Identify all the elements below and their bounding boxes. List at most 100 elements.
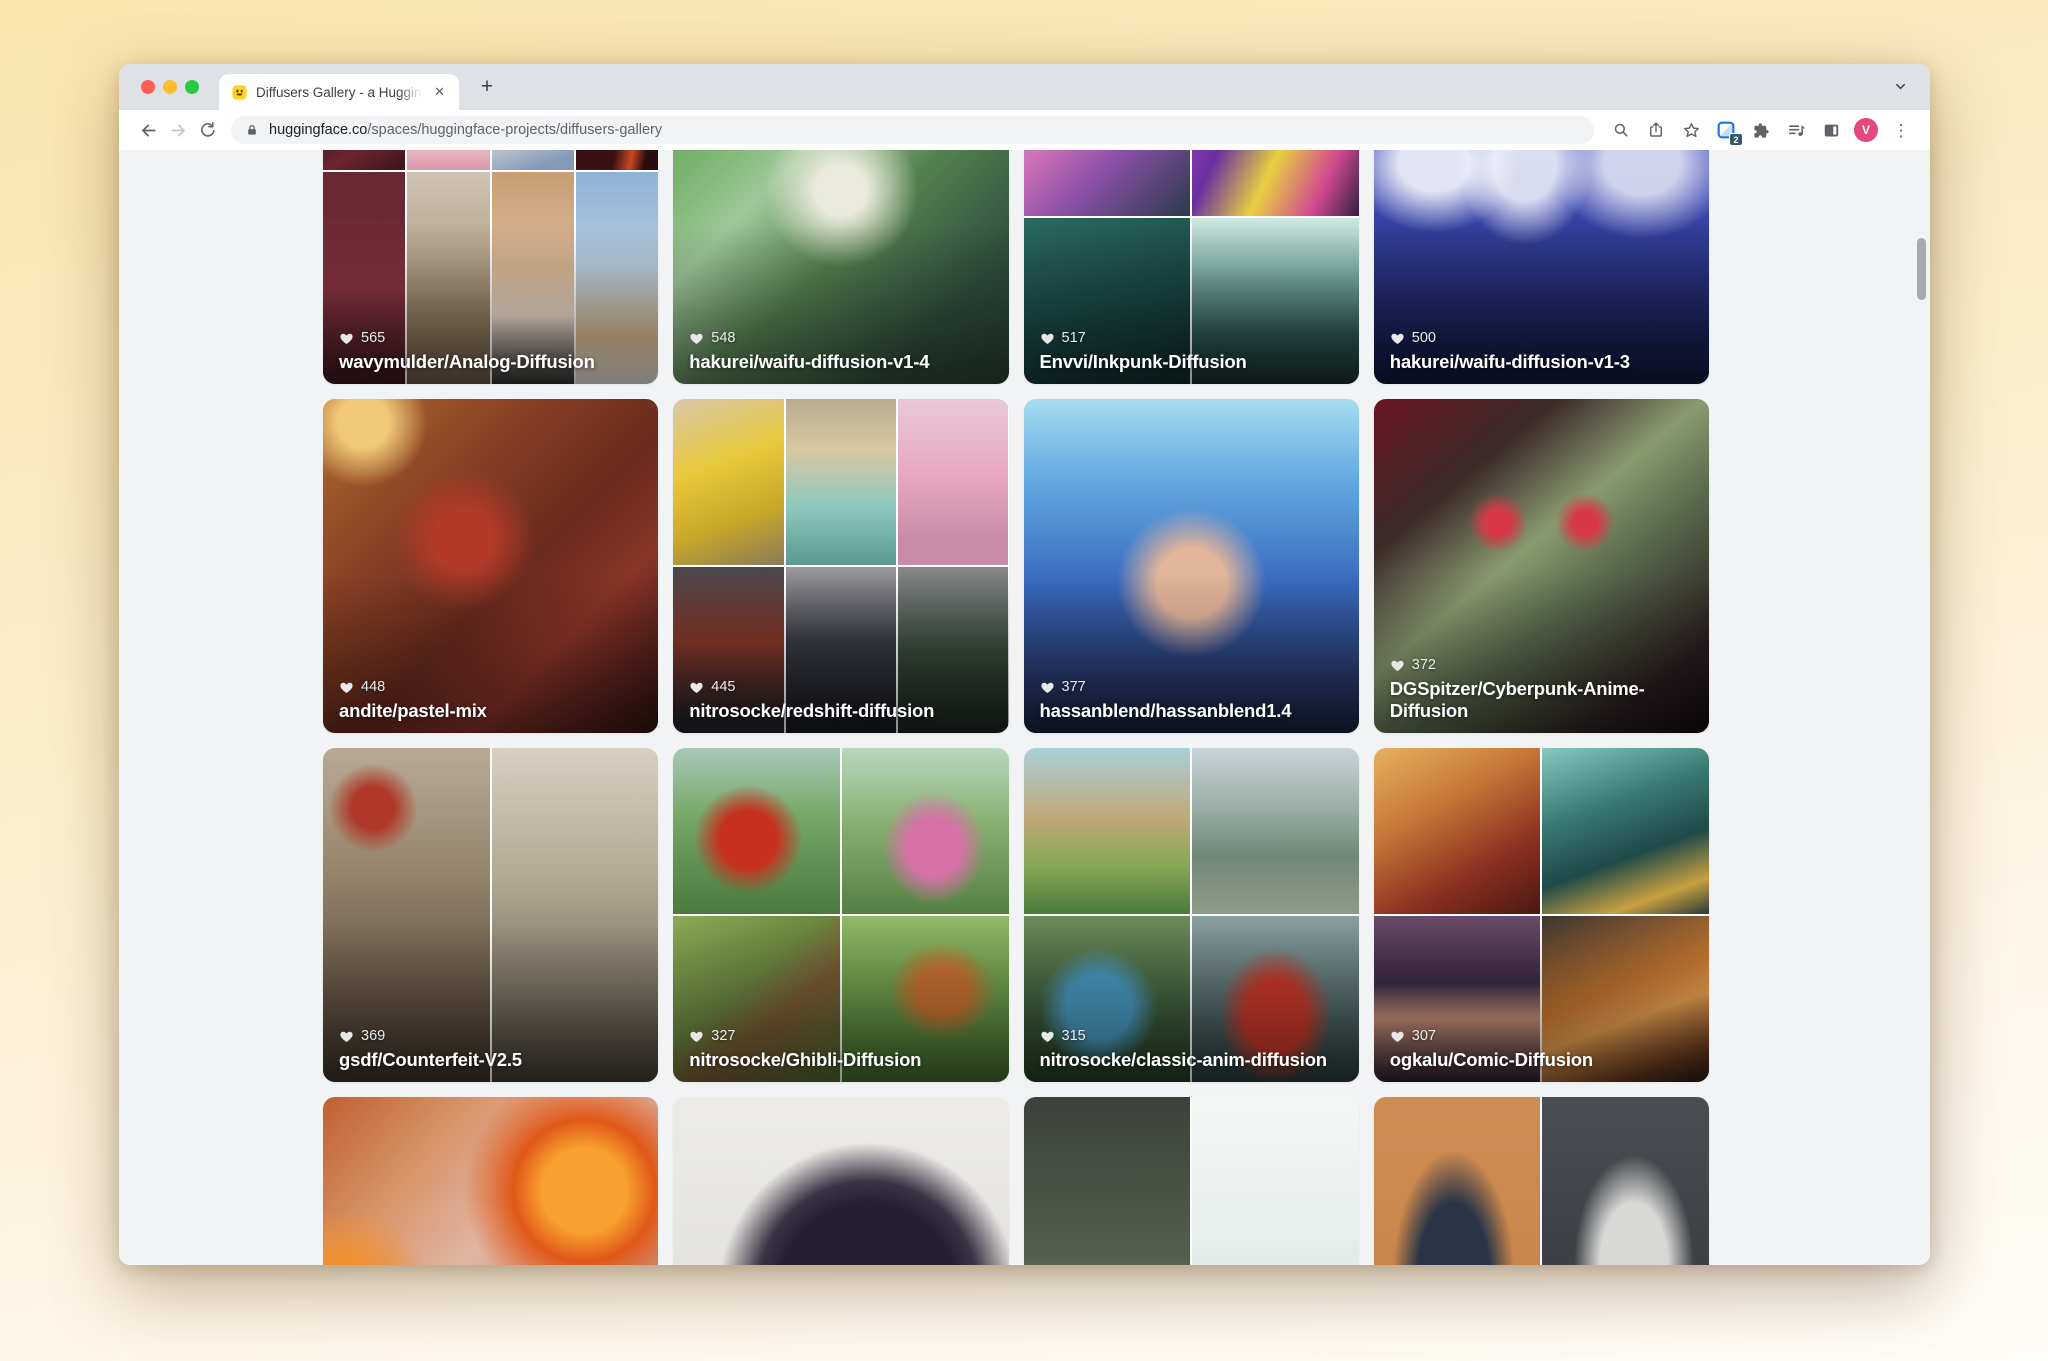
card-meta: 327 nitrosocke/Ghibli-Diffusion [689, 1028, 994, 1071]
model-image-tile [1542, 1097, 1709, 1265]
model-image-tile [1192, 748, 1359, 914]
lock-icon [245, 123, 259, 137]
browser-window: Diffusers Gallery - a Hugging F ✕ + [119, 64, 1930, 1265]
likes-count: 307 [1412, 1028, 1436, 1044]
model-image-tile [1192, 150, 1359, 216]
card-meta: 377 hassanblend/hassanblend1.4 [1040, 679, 1345, 722]
model-image-tile [673, 1097, 1008, 1265]
window-zoom-button[interactable] [185, 80, 199, 94]
heart-icon [339, 1029, 354, 1044]
model-card[interactable]: 548 hakurei/waifu-diffusion-v1-4 [673, 150, 1008, 384]
model-card[interactable]: 307 ogkalu/Comic-Diffusion [1374, 748, 1709, 1082]
side-panel-button[interactable] [1816, 115, 1846, 145]
side-panel-icon [1822, 121, 1841, 140]
heart-icon [689, 1029, 704, 1044]
model-image-tile [1374, 1097, 1541, 1265]
heart-icon [689, 331, 704, 346]
forward-arrow-icon [169, 121, 188, 140]
model-card[interactable]: 500 hakurei/waifu-diffusion-v1-3 [1374, 150, 1709, 384]
model-image-tile [786, 399, 896, 565]
heart-icon [1040, 331, 1055, 346]
likes-row: 565 [339, 330, 644, 346]
model-card[interactable] [673, 1097, 1008, 1265]
back-arrow-icon [139, 121, 158, 140]
model-card[interactable] [1374, 1097, 1709, 1265]
forward-button[interactable] [163, 115, 193, 145]
extensions-button[interactable] [1746, 115, 1776, 145]
new-tab-button[interactable]: + [473, 73, 501, 101]
model-card-grid: 565 wavymulder/Analog-Diffusion 548 haku… [323, 150, 1709, 1265]
card-meta: 307 ogkalu/Comic-Diffusion [1390, 1028, 1695, 1071]
share-button[interactable] [1641, 115, 1671, 145]
card-meta: 448 andite/pastel-mix [339, 679, 644, 722]
profile-avatar: V [1854, 118, 1878, 142]
heart-icon [339, 331, 354, 346]
magnifier-icon [1612, 121, 1630, 139]
url-host: huggingface.co [269, 122, 367, 138]
password-extension-button[interactable]: 2 [1711, 115, 1741, 145]
model-thumbnails [673, 1097, 1008, 1265]
zoom-magnifier-button[interactable] [1606, 115, 1636, 145]
bookmark-button[interactable] [1676, 115, 1706, 145]
toolbar-icons: 2 V ⋮ [1606, 115, 1916, 145]
likes-row: 307 [1390, 1028, 1695, 1044]
likes-count: 517 [1062, 330, 1086, 346]
model-image-tile [407, 150, 489, 170]
model-thumbnails [323, 1097, 658, 1265]
likes-row: 445 [689, 679, 994, 695]
model-image-tile [673, 748, 840, 914]
heart-icon [1040, 1029, 1055, 1044]
diffusers-gallery-page: 565 wavymulder/Analog-Diffusion 548 haku… [119, 150, 1930, 1265]
likes-count: 548 [711, 330, 735, 346]
model-image-tile [1374, 748, 1541, 914]
share-icon [1647, 121, 1665, 139]
model-thumbnails [1374, 1097, 1709, 1265]
hugging-face-favicon-icon [231, 84, 248, 101]
model-image-tile [576, 150, 658, 170]
model-image-tile [898, 399, 1008, 565]
media-playlist-icon [1787, 121, 1806, 140]
browser-tab[interactable]: Diffusers Gallery - a Hugging F ✕ [219, 74, 459, 110]
reload-button[interactable] [193, 115, 223, 145]
model-image-tile [323, 1097, 658, 1265]
tab-close-icon[interactable]: ✕ [430, 82, 449, 102]
browser-menu-button[interactable]: ⋮ [1886, 115, 1916, 145]
model-image-tile [492, 150, 574, 170]
likes-count: 315 [1062, 1028, 1086, 1044]
model-card[interactable]: 445 nitrosocke/redshift-diffusion [673, 399, 1008, 733]
model-card[interactable] [1024, 1097, 1359, 1265]
model-image-tile [1192, 1097, 1359, 1265]
model-card[interactable]: 327 nitrosocke/Ghibli-Diffusion [673, 748, 1008, 1082]
model-name: hakurei/waifu-diffusion-v1-3 [1390, 351, 1695, 373]
model-card[interactable]: 565 wavymulder/Analog-Diffusion [323, 150, 658, 384]
model-card[interactable]: 517 Envvi/Inkpunk-Diffusion [1024, 150, 1359, 384]
back-button[interactable] [133, 115, 163, 145]
profile-button[interactable]: V [1851, 115, 1881, 145]
window-minimize-button[interactable] [163, 80, 177, 94]
model-card[interactable] [323, 1097, 658, 1265]
page-scrollbar[interactable] [1917, 238, 1926, 300]
likes-count: 327 [711, 1028, 735, 1044]
model-card[interactable]: 369 gsdf/Counterfeit-V2.5 [323, 748, 658, 1082]
model-name: hakurei/waifu-diffusion-v1-4 [689, 351, 994, 373]
likes-count: 369 [361, 1028, 385, 1044]
window-close-button[interactable] [141, 80, 155, 94]
puzzle-icon [1752, 121, 1771, 140]
likes-row: 500 [1390, 330, 1695, 346]
model-name: hassanblend/hassanblend1.4 [1040, 700, 1345, 722]
model-image-tile [1024, 748, 1191, 914]
tab-search-chevron-icon[interactable] [1893, 79, 1908, 94]
address-bar[interactable]: huggingface.co/spaces/huggingface-projec… [231, 116, 1594, 144]
model-card[interactable]: 448 andite/pastel-mix [323, 399, 658, 733]
reload-icon [199, 121, 217, 139]
model-card[interactable]: 377 hassanblend/hassanblend1.4 [1024, 399, 1359, 733]
star-icon [1682, 121, 1701, 140]
model-card[interactable]: 372 DGSpitzer/Cyberpunk-Anime-Diffusion [1374, 399, 1709, 733]
heart-icon [1390, 331, 1405, 346]
model-thumbnails [1024, 1097, 1359, 1265]
model-image-tile [842, 748, 1009, 914]
likes-row: 315 [1040, 1028, 1345, 1044]
model-card[interactable]: 315 nitrosocke/classic-anim-diffusion [1024, 748, 1359, 1082]
media-controls-button[interactable] [1781, 115, 1811, 145]
model-name: andite/pastel-mix [339, 700, 644, 722]
